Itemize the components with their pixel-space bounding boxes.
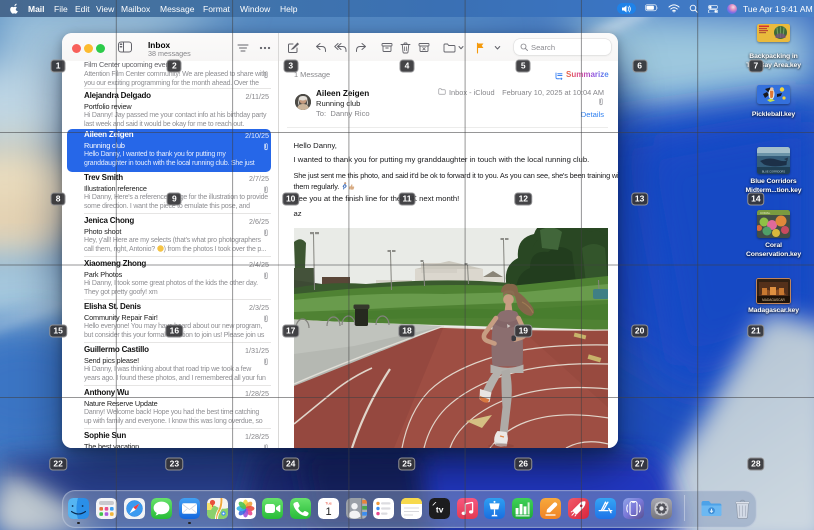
svg-text:Tue: Tue xyxy=(325,500,333,505)
svg-text:MADAGASCAR: MADAGASCAR xyxy=(762,298,785,302)
svg-text:1: 1 xyxy=(325,505,331,517)
svg-text:BLUE CORRIDORS: BLUE CORRIDORS xyxy=(762,170,786,174)
svg-text:tv: tv xyxy=(436,504,444,514)
svg-text:CORAL: CORAL xyxy=(760,211,771,215)
